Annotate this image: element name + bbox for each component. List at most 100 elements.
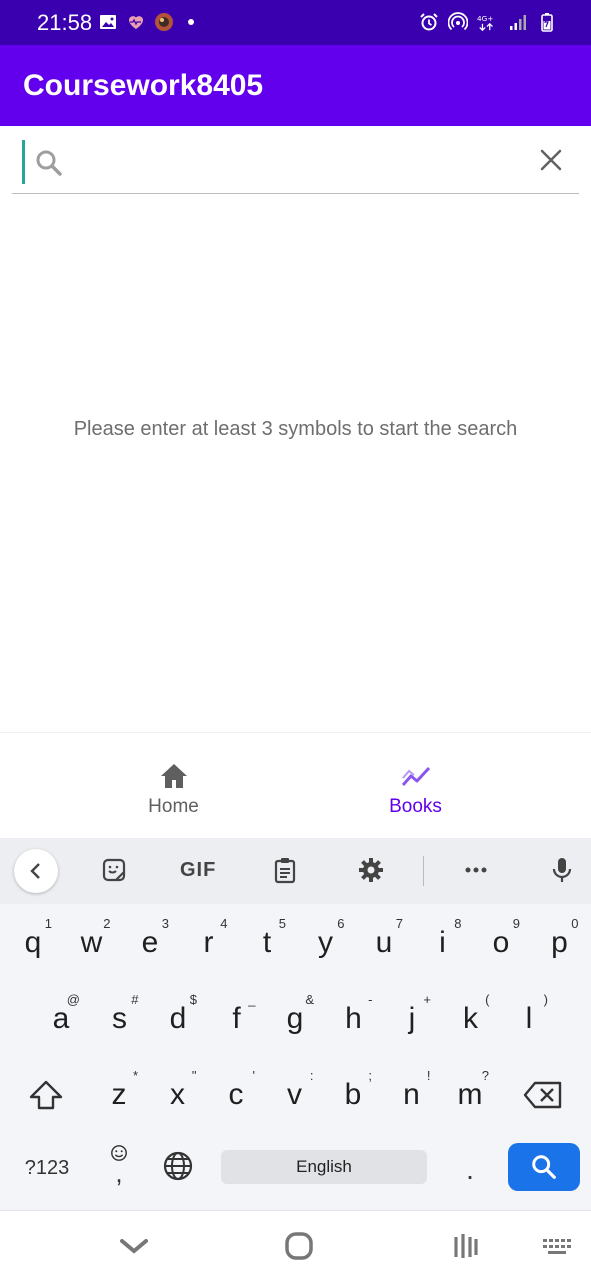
alarm-icon <box>419 12 439 32</box>
key-e[interactable]: e3 <box>125 914 175 974</box>
key-y[interactable]: y6 <box>301 914 351 974</box>
key-alt-char: 9 <box>512 916 520 931</box>
home-nav-button[interactable] <box>282 1231 316 1261</box>
key-b[interactable]: b; <box>328 1066 378 1126</box>
soft-keyboard: GIF q1w2e3r4t5y6u7i8o9p0 a @ s # d $ f _ g & h - j + k… <box>0 838 591 1210</box>
key-alt-char: 5 <box>278 916 286 931</box>
key-alt-char: 7 <box>395 916 403 931</box>
status-left-icons <box>98 12 194 32</box>
nav-label-books: Books <box>389 796 442 817</box>
key-alt-char: ) <box>543 992 548 1007</box>
status-right-icons: 4G+ <box>419 12 557 32</box>
key-char: q <box>24 926 42 959</box>
search-bar[interactable] <box>12 132 579 194</box>
clipboard-button[interactable] <box>267 852 303 888</box>
search-input[interactable] <box>72 142 532 182</box>
key-h[interactable]: h- <box>329 990 379 1050</box>
key-char: x <box>170 1078 185 1111</box>
key-char: a <box>52 1002 70 1035</box>
key-v[interactable]: v: <box>270 1066 320 1126</box>
key-alt-char: ; <box>368 1068 372 1083</box>
key-char: b <box>344 1078 362 1111</box>
key-o[interactable]: o9 <box>476 914 526 974</box>
recents-icon <box>454 1234 478 1258</box>
sticker-button[interactable] <box>96 852 132 888</box>
sticker-icon <box>102 858 126 882</box>
key-char: n <box>403 1078 420 1111</box>
recents-button[interactable] <box>448 1231 482 1261</box>
key-char: z <box>111 1078 127 1111</box>
key-x[interactable]: x " <box>153 1066 203 1126</box>
language-key[interactable] <box>158 1146 198 1186</box>
keyboard-search-key[interactable] <box>508 1143 580 1191</box>
search-hint-text: Please enter at least 3 symbols to start… <box>73 418 518 440</box>
heart-icon <box>126 12 146 32</box>
keyboard-back-button[interactable] <box>14 849 58 893</box>
comma-label: , <box>115 1158 123 1188</box>
key-w[interactable]: w2 <box>67 914 117 974</box>
key-alt-char: & <box>305 992 314 1007</box>
globe-icon <box>163 1151 193 1181</box>
system-navigation-bar <box>0 1210 591 1280</box>
key-alt-char: + <box>423 992 431 1007</box>
clear-search-button[interactable] <box>539 148 563 172</box>
key-c[interactable]: c ' <box>211 1066 261 1126</box>
key-alt-char: _ <box>248 992 256 1007</box>
period-key[interactable]: . <box>452 1150 488 1190</box>
key-a[interactable]: a @ <box>36 990 86 1050</box>
key-alt-char: 1 <box>44 916 52 931</box>
key-f[interactable]: f _ <box>212 990 262 1050</box>
more-button[interactable] <box>458 852 494 888</box>
key-m[interactable]: m? <box>445 1066 495 1126</box>
key-j[interactable]: j + <box>387 990 437 1050</box>
key-g[interactable]: g & <box>270 990 320 1050</box>
key-alt-char: 0 <box>571 916 579 931</box>
key-l[interactable]: l) <box>504 990 554 1050</box>
search-icon <box>532 1155 556 1179</box>
key-alt-char: 2 <box>103 916 111 931</box>
mic-icon <box>552 858 572 882</box>
nav-item-books[interactable]: Books <box>268 733 563 839</box>
key-char: u <box>375 926 393 959</box>
key-r[interactable]: r4 <box>184 914 234 974</box>
backspace-key[interactable] <box>515 1070 571 1120</box>
gif-button[interactable]: GIF <box>180 859 216 882</box>
status-bar: 21:58 4G+ <box>0 0 591 45</box>
key-s[interactable]: s # <box>95 990 145 1050</box>
keyboard-switch-button[interactable] <box>540 1231 574 1261</box>
key-char: m <box>457 1078 483 1111</box>
keyboard-icon <box>543 1239 571 1254</box>
key-char: j <box>408 1002 416 1035</box>
key-alt-char: 3 <box>161 916 169 931</box>
key-char: g <box>286 1002 304 1035</box>
notification-dot <box>188 19 194 25</box>
key-char: l <box>525 1002 533 1035</box>
key-char: d <box>169 1002 187 1035</box>
backspace-icon <box>523 1081 562 1109</box>
emoji-comma-key[interactable]: , <box>98 1138 140 1194</box>
shift-key[interactable] <box>14 1070 78 1120</box>
symbols-key[interactable]: ?123 <box>12 1148 82 1188</box>
shift-icon <box>29 1080 63 1110</box>
space-key[interactable]: English <box>221 1150 427 1184</box>
key-char: w <box>80 926 103 959</box>
hide-keyboard-button[interactable] <box>117 1231 151 1261</box>
key-p[interactable]: p0 <box>535 914 585 974</box>
key-n[interactable]: n! <box>387 1066 437 1126</box>
voice-input-button[interactable] <box>544 852 580 888</box>
key-k[interactable]: k( <box>446 990 496 1050</box>
status-time: 21:58 <box>37 10 93 35</box>
key-u[interactable]: u7 <box>359 914 409 974</box>
app-title: Coursework8405 <box>23 69 264 102</box>
settings-button[interactable] <box>353 852 389 888</box>
key-t[interactable]: t5 <box>242 914 292 974</box>
key-q[interactable]: q1 <box>8 914 58 974</box>
close-icon <box>540 149 562 171</box>
key-z[interactable]: z * <box>94 1066 144 1126</box>
home-icon <box>158 761 190 791</box>
app-bar: Coursework8405 <box>0 45 591 126</box>
key-char: t <box>262 926 272 959</box>
key-d[interactable]: d $ <box>153 990 203 1050</box>
key-char: p <box>551 926 568 959</box>
key-i[interactable]: i8 <box>418 914 468 974</box>
